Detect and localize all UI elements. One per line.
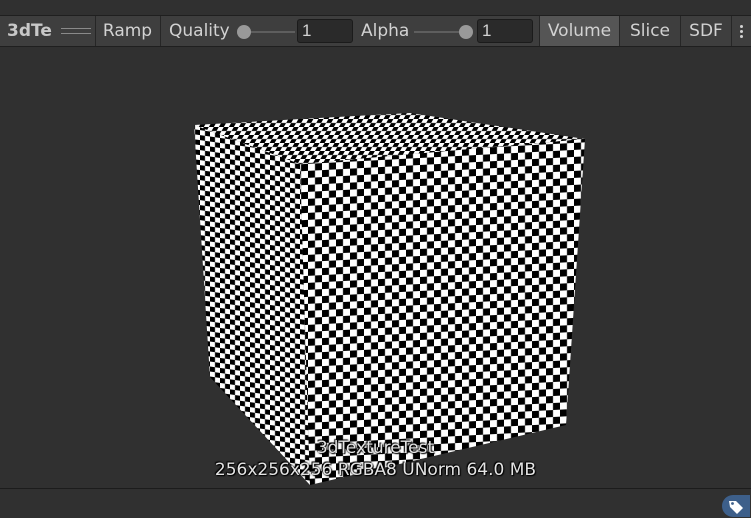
volume-preview-viewport[interactable]: 3dTextureTest 256x256x256 RGBA8 UNorm 64… xyxy=(0,47,751,488)
quality-label: Quality xyxy=(160,16,240,46)
volume-mode-button[interactable]: Volume xyxy=(539,16,619,46)
preview-toolbar: 3dTe Ramp Quality Alpha Volume Slice SDF xyxy=(0,15,751,47)
ramp-button[interactable]: Ramp xyxy=(95,16,159,46)
alpha-slider-thumb[interactable] xyxy=(459,25,473,39)
drag-grip-icon[interactable] xyxy=(61,28,91,34)
sdf-mode-button[interactable]: SDF xyxy=(680,16,731,46)
cube-left-face xyxy=(194,125,310,485)
alpha-input[interactable] xyxy=(477,19,533,43)
cube-front-face xyxy=(300,139,585,485)
preview-title: 3dTe xyxy=(7,21,52,41)
checker-cube xyxy=(194,113,585,485)
texture-info-label: 256x256x256 RGBA8 UNorm 64.0 MB xyxy=(214,460,537,480)
more-options-button[interactable] xyxy=(731,16,751,46)
asset-name-label: 3dTextureTest xyxy=(316,438,435,458)
quality-slider-thumb[interactable] xyxy=(237,25,251,39)
status-bar xyxy=(0,488,751,518)
alpha-label: Alpha xyxy=(361,21,410,41)
tag-icon xyxy=(729,501,743,514)
quality-input[interactable] xyxy=(297,19,353,43)
asset-labels-button[interactable] xyxy=(722,495,750,517)
slice-mode-button[interactable]: Slice xyxy=(619,16,680,46)
kebab-menu-icon xyxy=(740,25,744,40)
texture-preview-window: 3dTe Ramp Quality Alpha Volume Slice SDF xyxy=(0,0,751,518)
